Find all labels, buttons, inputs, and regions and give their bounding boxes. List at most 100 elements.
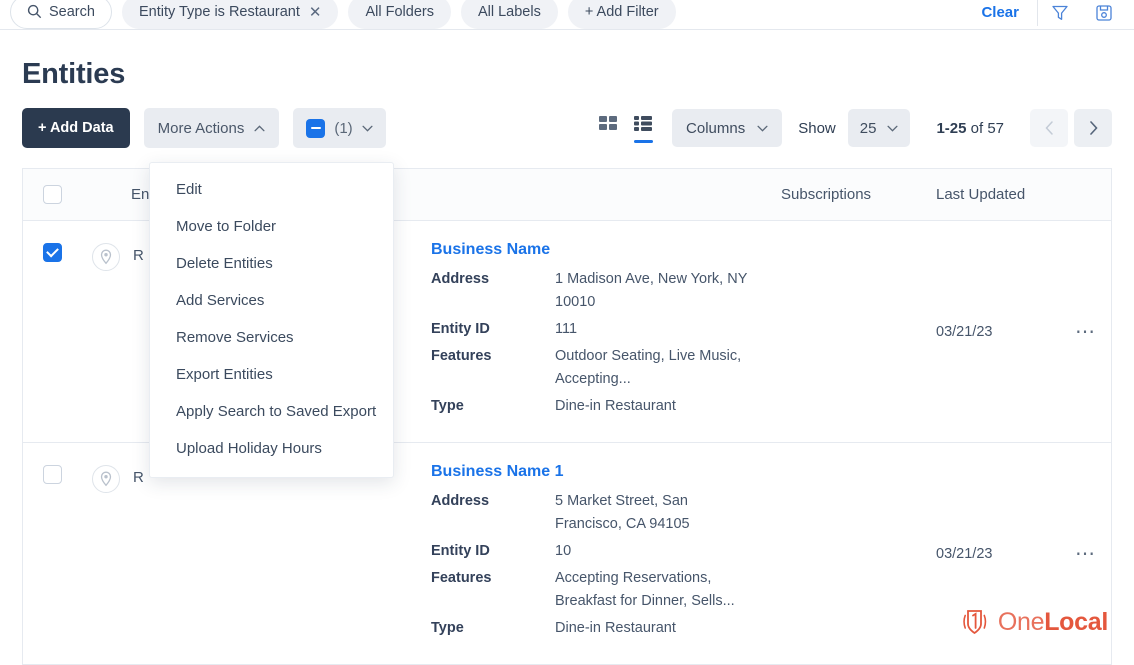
pagination-range-current: 1-25 (936, 119, 967, 137)
entities-page: Entities + Add Data More Actions (1) Col… (0, 30, 1134, 665)
filter-funnel-icon (1052, 5, 1068, 20)
brand-name-light: One (997, 607, 1045, 636)
detail-value: 5 Market Street, San Francisco, CA 94105 (555, 493, 690, 532)
list-view-button[interactable] (633, 114, 654, 143)
row-select-cell (23, 443, 81, 664)
row-entity-icon-cell (81, 221, 131, 442)
menu-item-edit[interactable]: Edit (150, 171, 393, 208)
page-size-select[interactable]: 25 (847, 109, 911, 147)
detail-key: Type (431, 620, 464, 636)
detail-value: 1 Madison Ave, New York, NY 10010 (555, 271, 748, 310)
grid-view-icon (599, 115, 618, 130)
entities-toolbar: + Add Data More Actions (1) Columns Show… (0, 91, 1134, 148)
detail-value: Dine-in Restaurant (555, 398, 676, 414)
view-toggle-group (598, 114, 654, 143)
chevron-up-icon (254, 124, 265, 131)
show-label: Show (798, 119, 836, 137)
selection-dropdown[interactable]: (1) (293, 108, 386, 148)
add-filter-label: + Add Filter (584, 3, 659, 20)
row-select-cell (23, 221, 81, 442)
business-name-link[interactable]: Business Name 1 (431, 463, 781, 481)
column-header-last-updated[interactable]: Last Updated (936, 186, 1061, 203)
page-size-value: 25 (859, 119, 877, 137)
filter-chip-label: All Folders (365, 3, 434, 20)
detail-key: Address (431, 271, 490, 287)
search-pill-label: Search (49, 3, 95, 20)
detail-key: Address (431, 493, 490, 509)
detail-value: 111 (555, 321, 578, 337)
row-overflow-menu-icon[interactable]: ⋯ (1075, 322, 1097, 342)
chevron-right-icon (1089, 121, 1098, 135)
menu-item-move-to-folder[interactable]: Move to Folder (150, 208, 393, 245)
row-overflow-menu-icon[interactable]: ⋯ (1075, 544, 1097, 564)
remove-filter-icon[interactable]: ✕ (309, 3, 322, 21)
more-actions-button[interactable]: More Actions (143, 108, 280, 148)
filter-chip-label: All Labels (477, 3, 541, 20)
page-title: Entities (22, 58, 126, 90)
more-actions-menu: Edit Move to Folder Delete Entities Add … (149, 162, 394, 478)
menu-item-remove-services[interactable]: Remove Services (150, 319, 393, 356)
next-page-button[interactable] (1074, 109, 1112, 147)
row-actions-cell: ⋯ (1061, 221, 1111, 442)
chevron-down-icon (887, 125, 898, 132)
detail-key: Features (431, 570, 492, 586)
detail-field: Address 1 Madison Ave, New York, NY 1001… (431, 268, 781, 314)
columns-button[interactable]: Columns (672, 109, 783, 147)
search-icon (27, 4, 42, 19)
save-search-button[interactable] (1082, 0, 1126, 28)
detail-value: Outdoor Seating, Live Music, Accepting..… (555, 348, 742, 387)
columns-label: Columns (686, 119, 746, 137)
filter-chip-list: Search Entity Type is Restaurant ✕ All F… (0, 0, 676, 29)
menu-item-delete-entities[interactable]: Delete Entities (150, 245, 393, 282)
menu-item-upload-holiday-hours[interactable]: Upload Holiday Hours (150, 430, 393, 467)
filter-chip-all-labels[interactable]: All Labels (460, 0, 558, 29)
row-detail-cell: Business Name Address 1 Madison Ave, New… (431, 221, 781, 442)
detail-key: Type (431, 398, 464, 414)
business-name-link[interactable]: Business Name (431, 241, 781, 259)
detail-key: Entity ID (431, 321, 490, 337)
detail-field: Type Dine-in Restaurant (431, 395, 781, 418)
onelocal-wordmark: OneLocal (998, 608, 1108, 637)
add-data-button[interactable]: + Add Data (22, 108, 130, 148)
location-pin-icon (92, 243, 120, 271)
more-actions-label: More Actions (157, 119, 245, 137)
select-all-cell (23, 185, 81, 204)
row-detail-cell: Business Name 1 Address 5 Market Street,… (431, 443, 781, 664)
detail-field: Type Dine-in Restaurant (431, 617, 781, 640)
list-view-icon (634, 115, 653, 131)
grid-view-button[interactable] (598, 114, 619, 143)
detail-value: 10 (555, 543, 572, 559)
chevron-down-icon (362, 125, 373, 132)
row-checkbox[interactable] (42, 243, 62, 262)
row-subscriptions (781, 221, 936, 442)
menu-item-add-services[interactable]: Add Services (150, 282, 393, 319)
filter-bar-actions: Clear (971, 0, 1134, 28)
chevron-down-icon (757, 125, 768, 132)
select-all-checkbox[interactable] (42, 185, 62, 204)
filter-chip-entity-type[interactable]: Entity Type is Restaurant ✕ (121, 0, 339, 29)
menu-item-apply-search-to-saved-export[interactable]: Apply Search to Saved Export (150, 393, 393, 430)
clear-filters-link[interactable]: Clear (971, 4, 1037, 21)
save-search-icon (1096, 4, 1112, 21)
onelocal-logo: OneLocal (959, 606, 1108, 638)
location-pin-icon (92, 465, 120, 493)
prev-page-button[interactable] (1030, 109, 1068, 147)
selection-count: (1) (334, 119, 353, 137)
detail-field: Features Accepting Reservations, Breakfa… (431, 567, 781, 613)
column-header-subscriptions[interactable]: Subscriptions (781, 186, 936, 203)
filter-funnel-button[interactable] (1038, 0, 1082, 28)
chevron-left-icon (1044, 121, 1053, 135)
detail-field: Features Outdoor Seating, Live Music, Ac… (431, 345, 781, 391)
filter-chip-all-folders[interactable]: All Folders (348, 0, 451, 29)
menu-item-export-entities[interactable]: Export Entities (150, 356, 393, 393)
filter-chip-label: Entity Type is Restaurant (138, 3, 300, 20)
detail-value: Accepting Reservations, Breakfast for Di… (555, 570, 735, 609)
detail-value: Dine-in Restaurant (555, 620, 676, 636)
add-filter-button[interactable]: + Add Filter (567, 0, 676, 29)
row-checkbox[interactable] (42, 465, 62, 484)
row-subscriptions (781, 443, 936, 664)
detail-key: Features (431, 348, 492, 364)
detail-field: Entity ID 10 (431, 540, 781, 563)
search-pill[interactable]: Search (10, 0, 112, 29)
indeterminate-checkbox-icon[interactable] (306, 118, 326, 138)
